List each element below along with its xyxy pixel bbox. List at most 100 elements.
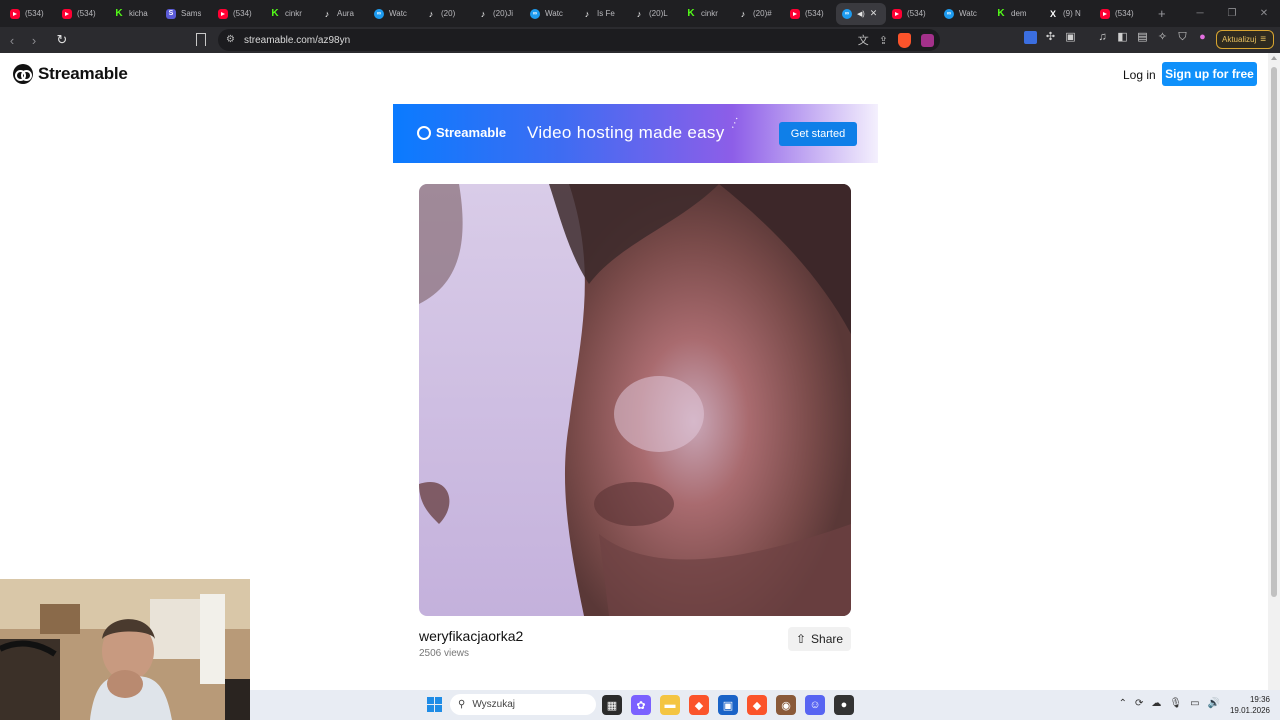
browser-tab[interactable]: X (9) N	[1042, 3, 1094, 25]
browser-tab[interactable]: (534)	[4, 3, 56, 25]
app-icon[interactable]: ●	[834, 695, 854, 715]
login-link[interactable]: Log in	[1123, 68, 1156, 82]
copilot-icon[interactable]: ✿	[631, 695, 651, 715]
sync-icon[interactable]: ⟳	[1135, 698, 1143, 709]
browser-tab[interactable]: Kcinkr	[680, 3, 732, 25]
minimize-icon[interactable]: ─	[1184, 8, 1216, 19]
maximize-icon[interactable]: ❐	[1216, 8, 1248, 19]
browser-tab[interactable]: (534)	[212, 3, 264, 25]
page-scrollbar[interactable]	[1268, 53, 1280, 690]
file-explorer-icon[interactable]: ▬	[660, 695, 680, 715]
tab-label: Aura	[337, 9, 354, 18]
app-icon: S	[166, 8, 176, 19]
cloud-icon[interactable]: ☁	[1151, 698, 1161, 709]
discord-icon[interactable]: ☺	[805, 695, 825, 715]
back-icon[interactable]: ‹	[2, 30, 22, 50]
browser-tab[interactable]: ♪ Aura	[316, 3, 368, 25]
start-tile	[435, 705, 442, 712]
microsoft-store-icon[interactable]: ▣	[718, 695, 738, 715]
profile-icon[interactable]: ●	[1196, 31, 1209, 44]
browser-tab[interactable]: (534)	[56, 3, 108, 25]
start-button[interactable]	[427, 697, 442, 712]
tiktok-icon: ♪	[636, 8, 642, 19]
browser-tab[interactable]: ♪ (20)L	[628, 3, 680, 25]
video-frame[interactable]	[419, 184, 851, 616]
share-page-icon[interactable]: ⇪	[879, 34, 888, 47]
share-button[interactable]: ⇧ Share	[788, 627, 851, 651]
tab-label: Watc	[545, 9, 563, 18]
extension-icon[interactable]	[1024, 31, 1037, 44]
url-text[interactable]: streamable.com/az98yn	[244, 35, 350, 46]
browser-tab[interactable]: ∞ ◀) ✕	[836, 2, 886, 25]
streamable-logo-icon	[417, 125, 431, 140]
update-button[interactable]: Aktualizuj ≡	[1216, 30, 1274, 49]
browser-tab[interactable]: S Sams	[160, 3, 212, 25]
close-tab-icon[interactable]: ✕	[870, 8, 878, 19]
volume-icon[interactable]: 🔊	[1208, 698, 1220, 709]
forward-icon[interactable]: ›	[24, 30, 44, 50]
reload-icon[interactable]: ↻	[52, 30, 72, 50]
streamable-icon: ∞	[944, 8, 954, 19]
browser-tab[interactable]: ♪ (20)	[420, 3, 472, 25]
tab-label: (534)	[907, 9, 926, 18]
tab-label: (20)	[441, 9, 456, 18]
tiktok-icon: ♪	[428, 8, 434, 19]
brave-browser-icon[interactable]: ◆	[689, 695, 709, 715]
new-tab-button[interactable]: +	[1158, 6, 1166, 21]
browser-tab[interactable]: Kcinkr	[264, 3, 316, 25]
vpn-icon[interactable]: ⛉	[1176, 31, 1189, 44]
banner-tagline: Video hosting made easy	[527, 123, 725, 142]
browser-tab[interactable]: ♪ Is Fe	[576, 3, 628, 25]
tab-label: dem	[1011, 9, 1027, 18]
clock-date: 19.01.2026	[1229, 706, 1270, 715]
browser-tab[interactable]: ∞ Watc	[368, 3, 420, 25]
kick-icon: K	[997, 8, 1005, 19]
sidebar-icon[interactable]: ◧	[1116, 31, 1129, 44]
brave-shields-icon[interactable]	[898, 32, 911, 48]
scroll-thumb[interactable]	[1271, 67, 1277, 597]
signup-button[interactable]: Sign up for free	[1162, 62, 1257, 86]
browser-tab[interactable]: Kdem	[990, 3, 1042, 25]
tiktok-icon: ♪	[584, 8, 590, 19]
tab-list: (534) (534) Kkicha S Sams (534) Kcinkr ♪ Aura ∞ Wa…	[4, 2, 1146, 25]
task-view-icon[interactable]: ▦	[602, 695, 622, 715]
puzzle-icon[interactable]: ✣	[1044, 31, 1057, 44]
video-player[interactable]	[419, 184, 851, 616]
site-settings-icon[interactable]: ⚙	[226, 35, 236, 45]
music-icon[interactable]: ♫	[1096, 31, 1109, 44]
browser-tab[interactable]: (534)	[784, 3, 836, 25]
start-tile	[427, 697, 434, 704]
browser-tab[interactable]: ♪ (20)Ji	[472, 3, 524, 25]
brand-name: Streamable	[38, 64, 128, 83]
address-bar[interactable]: ⚙ streamable.com/az98yn 文 ⇪	[196, 29, 940, 51]
display-icon[interactable]: ▭	[1190, 698, 1199, 709]
microphone-icon[interactable]: 🎙	[1169, 698, 1182, 709]
streamable-logo[interactable]: Streamable	[13, 64, 128, 84]
leo-icon[interactable]: ✧	[1156, 31, 1169, 44]
taskbar-apps: ▦ ✿ ▬ ◆ ▣ ◆ ◉ ☺ ●	[602, 695, 854, 715]
brave-rewards-icon[interactable]	[921, 33, 934, 47]
app-icon[interactable]: ◉	[776, 695, 796, 715]
browser-tab[interactable]: Kkicha	[108, 3, 160, 25]
scroll-up-icon[interactable]	[1271, 56, 1277, 60]
close-window-icon[interactable]: ✕	[1248, 8, 1280, 19]
wallet-icon[interactable]: ▣	[1064, 31, 1077, 44]
taskbar-search[interactable]: ⚲ Wyszukaj	[450, 694, 596, 715]
brave-browser-icon[interactable]: ◆	[747, 695, 767, 715]
wallet-icon[interactable]: ▤	[1136, 31, 1149, 44]
speaker-icon[interactable]: ◀)	[857, 10, 865, 18]
browser-tab[interactable]: (534)	[886, 3, 938, 25]
browser-tab[interactable]: ∞ Watc	[524, 3, 576, 25]
browser-tab[interactable]: ∞ Watc	[938, 3, 990, 25]
promo-banner[interactable]: Streamable Video hosting made easy ⋰ Get…	[393, 104, 878, 163]
chevron-up-icon[interactable]: ⌃	[1119, 698, 1127, 709]
bookmark-icon[interactable]	[196, 33, 206, 46]
taskbar-clock[interactable]: 19:36 19.01.2026	[1230, 694, 1270, 716]
get-started-button[interactable]: Get started	[779, 122, 857, 146]
browser-tab[interactable]: ♪ (20)#	[732, 3, 784, 25]
browser-tab[interactable]: (534)	[1094, 3, 1146, 25]
youtube-icon	[218, 8, 228, 19]
translate-icon[interactable]: 文	[858, 32, 869, 48]
x-icon: X	[1049, 8, 1056, 19]
share-icon: ⇧	[795, 632, 807, 646]
